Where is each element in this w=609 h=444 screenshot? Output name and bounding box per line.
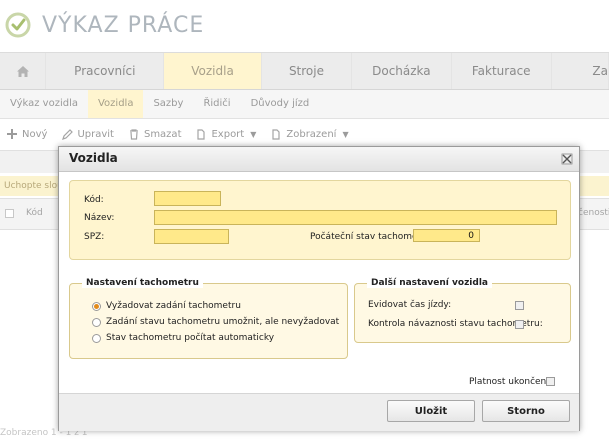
grid-select-all-checkbox[interactable] [5, 209, 14, 218]
radio-indicator[interactable] [92, 333, 101, 343]
subtab-vozidla[interactable]: Vozidla [87, 90, 144, 118]
radio-indicator[interactable] [92, 301, 101, 311]
main-nav: Pracovníci Vozidla Stroje Docházka Faktu… [0, 52, 609, 90]
home-icon [16, 65, 29, 77]
plus-icon [6, 128, 18, 140]
radio-label: Zadání stavu tachometru umožnit, ale nev… [106, 317, 340, 327]
subtab-vykaz-vozidla[interactable]: Výkaz vozidla [0, 90, 88, 118]
nav-tab-pracovnici[interactable]: Pracovníci [46, 53, 165, 89]
nav-tab-dochazka[interactable]: Docházka [352, 53, 452, 89]
nazev-label: Název: [84, 213, 115, 223]
spz-label: SPZ: [84, 232, 105, 242]
dialog-title: Vozidla [69, 151, 118, 165]
delete-button[interactable]: Smazat [128, 128, 182, 140]
radio-auto-tacho[interactable]: Stav tachometru počítat automaticky [92, 333, 274, 343]
close-icon[interactable] [561, 153, 573, 165]
subtab-duvody-jizd[interactable]: Důvody jízd [241, 90, 320, 118]
trash-icon [128, 128, 140, 140]
cancel-button[interactable]: Storno [482, 400, 570, 422]
kod-label: Kód: [84, 195, 104, 205]
other-settings-legend: Další nastavení vozidla [367, 278, 492, 288]
new-label: Nový [22, 128, 48, 140]
radio-allow-tacho[interactable]: Zadání stavu tachometru umožnit, ale nev… [92, 317, 339, 327]
export-button[interactable]: Export ▼ [195, 128, 256, 140]
dialog-body: Kód: Název: SPZ: Počáteční stav tachomet… [59, 172, 579, 431]
dialog-titlebar[interactable]: Vozidla [59, 147, 579, 172]
radio-require-tacho[interactable]: Vyžadovat zadání tachometru [92, 301, 241, 311]
other-settings-group: Další nastavení vozidla Evidovat čas jíz… [354, 278, 571, 343]
evidovat-label: Evidovat čas jízdy: [368, 300, 452, 310]
app-title: VÝKAZ PRÁCE [42, 12, 205, 38]
edit-button[interactable]: Upravit [61, 128, 114, 140]
grid-col-platnost[interactable]: čenosti [578, 208, 609, 218]
export-label: Export [211, 128, 245, 140]
radio-label: Vyžadovat zadání tachometru [106, 301, 241, 311]
subtab-sazby[interactable]: Sazby [143, 90, 193, 118]
chevron-down-icon: ▼ [342, 129, 349, 139]
tacho-settings-legend: Nastavení tachometru [82, 278, 203, 288]
platnost-label: Platnost ukončena: [469, 377, 555, 387]
nazev-input[interactable] [154, 210, 557, 225]
export-icon [195, 128, 207, 140]
logo-check-icon [5, 12, 31, 38]
toolbar: Nový Upravit Smazat Export ▼ Zobrazení ▼ [0, 124, 363, 144]
new-button[interactable]: Nový [6, 128, 47, 140]
pencil-icon [61, 128, 73, 140]
nav-tab-stroje[interactable]: Stroje [262, 53, 352, 89]
vehicle-fields-panel: Kód: Název: SPZ: Počáteční stav tachomet… [69, 180, 571, 260]
delete-label: Smazat [143, 128, 182, 140]
edit-label: Upravit [77, 128, 114, 140]
kod-input[interactable] [154, 191, 221, 206]
tacho-start-input[interactable]: 0 [413, 229, 480, 242]
view-button[interactable]: Zobrazení ▼ [270, 128, 349, 140]
vozidla-dialog: Vozidla Kód: Název: SPZ: Počáteční stav … [58, 146, 580, 431]
nav-tab-vozidla[interactable]: Vozidla [164, 53, 262, 89]
platnost-checkbox[interactable] [546, 377, 555, 386]
subtab-ridici[interactable]: Řidiči [193, 90, 240, 118]
radio-label: Stav tachometru počítat automaticky [106, 333, 275, 343]
view-label: Zobrazení [286, 128, 337, 140]
evidovat-checkbox[interactable] [515, 301, 524, 310]
save-button[interactable]: Uložit [387, 400, 475, 422]
dialog-button-bar: Uložit Storno [59, 393, 579, 431]
kontrola-checkbox[interactable] [515, 320, 524, 329]
chevron-down-icon: ▼ [250, 129, 257, 139]
sub-nav: Výkaz vozidla Vozidla Sazby Řidiči Důvod… [0, 90, 609, 119]
app-logo: VÝKAZ PRÁCE [4, 6, 204, 44]
tacho-settings-group: Nastavení tachometru Vyžadovat zadání ta… [69, 278, 348, 359]
view-icon [270, 128, 282, 140]
nav-tab-fakturace[interactable]: Fakturace [452, 53, 552, 89]
radio-indicator[interactable] [92, 317, 101, 327]
nav-home[interactable] [0, 53, 47, 89]
nav-tab-more[interactable]: Za [552, 53, 609, 89]
spz-input[interactable] [154, 229, 229, 244]
grid-col-kod[interactable]: Kód [26, 208, 43, 218]
